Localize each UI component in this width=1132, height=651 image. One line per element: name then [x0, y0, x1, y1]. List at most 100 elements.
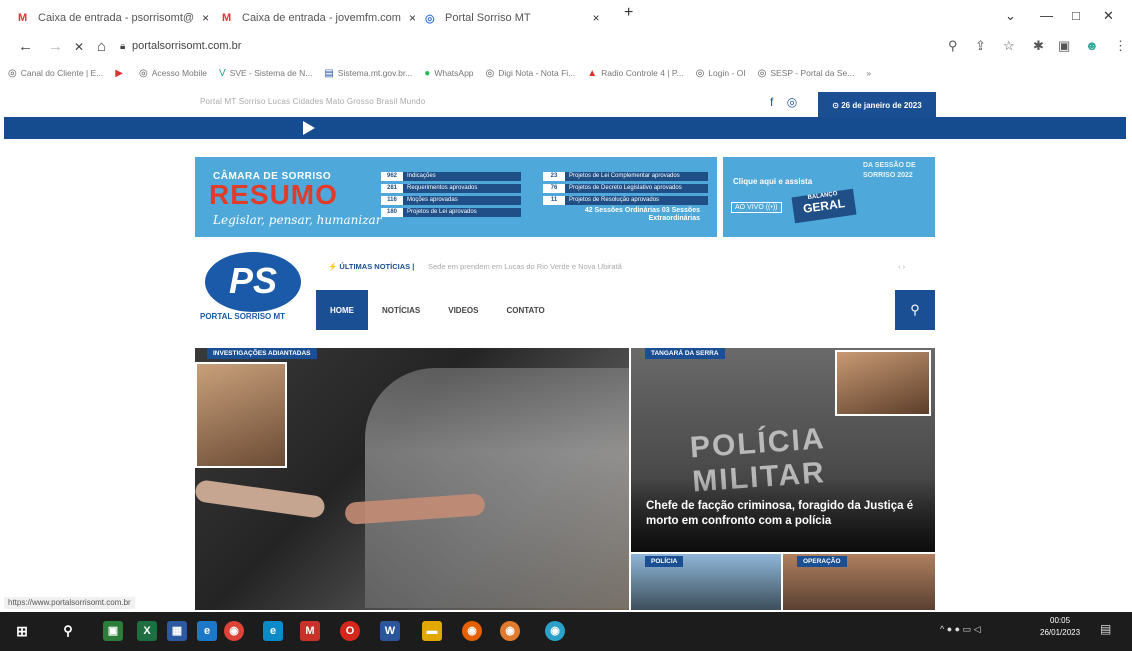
globe-icon: ◎: [485, 67, 495, 79]
minimize-button[interactable]: —: [1040, 8, 1053, 23]
nav-noticias[interactable]: NOTÍCIAS: [368, 290, 434, 330]
profile-avatar[interactable]: ☻: [1085, 38, 1099, 53]
tab-portal-sorriso[interactable]: ◎ Portal Sorriso MT ×: [425, 6, 615, 30]
edge-icon[interactable]: e: [263, 621, 283, 641]
tab-gmail-jovemfm[interactable]: M Caixa de entrada - jovemfm.com ×: [222, 6, 422, 30]
facebook-icon[interactable]: f: [770, 95, 773, 109]
whatsapp-icon: ●: [424, 67, 431, 79]
share-icon[interactable]: ⇪: [975, 38, 986, 54]
chrome-icon[interactable]: ◉: [224, 621, 244, 641]
stat-number: 180: [381, 208, 403, 217]
stat-number: 962: [381, 172, 403, 181]
side-article-title[interactable]: Chefe de facção criminosa, foragido da J…: [646, 499, 926, 529]
stat-number: 116: [381, 196, 403, 205]
new-tab-button[interactable]: +: [624, 4, 633, 22]
bookmark-item[interactable]: ◎ Digi Nota - Nota Fi...: [486, 68, 576, 79]
site-logo[interactable]: PS PORTAL SORRISO MT: [200, 250, 310, 326]
stat-label: Moções aprovadas: [407, 197, 458, 203]
notifications-icon[interactable]: ▤: [1100, 622, 1111, 636]
social-links: f ◎: [770, 95, 797, 109]
stat-row: 281 Requerimentos aprovados: [381, 184, 521, 193]
breaking-news-bar: [4, 117, 1126, 139]
bookmark-label: Canal do Cliente | E...: [20, 68, 104, 78]
sidepanel-icon[interactable]: ▣: [1058, 38, 1070, 54]
sve-icon: V: [218, 67, 226, 79]
bookmark-item[interactable]: ◎ SESP - Portal da Se...: [758, 68, 855, 79]
hero-article[interactable]: INVESTIGAÇÕES ADIANTADAS: [195, 348, 629, 610]
side-category-badge[interactable]: TANGARÁ DA SERRA: [645, 348, 725, 359]
app-icon[interactable]: ▦: [167, 621, 187, 641]
stat-label: Projetos de Decreto Legislativo aprovado…: [569, 185, 682, 191]
side-article-small[interactable]: POLÍCIA: [631, 554, 781, 610]
balanco-geral-banner[interactable]: Clique aqui e assista AO VIVO ((•)) BALA…: [723, 157, 935, 237]
word-icon[interactable]: W: [380, 621, 400, 641]
site-favicon-icon: ◎: [425, 12, 435, 25]
camara-resumo-banner[interactable]: CÂMARA DE SORRISO RESUMO Legislar, pensa…: [195, 157, 717, 237]
tab-gmail-psorriso[interactable]: M Caixa de entrada - psorrisomt@ ×: [18, 6, 218, 30]
bookmark-item[interactable]: ◎ Canal do Cliente | E...: [8, 68, 103, 79]
zoom-icon[interactable]: ⚲: [948, 38, 958, 54]
side-inset-photo: [835, 350, 931, 416]
bookmark-star-icon[interactable]: ☆: [1003, 38, 1015, 54]
search-button[interactable]: ⚲: [895, 290, 935, 330]
bookmark-item[interactable]: ◎ Login - OI: [696, 68, 746, 79]
globe-icon: ◎: [138, 67, 148, 79]
side-article-small[interactable]: OPERAÇÃO: [783, 554, 935, 610]
forward-button[interactable]: →: [48, 38, 63, 55]
nav-home[interactable]: HOME: [316, 290, 368, 330]
logo-name: PORTAL SORRISO MT: [200, 312, 286, 321]
clock-date: 26/01/2023: [1040, 628, 1081, 637]
windows-start-icon[interactable]: ⊞: [12, 621, 32, 641]
system-tray[interactable]: ^ ● ● ▭ ◁: [940, 624, 981, 635]
app-icon[interactable]: ◉: [500, 621, 520, 641]
firefox-icon[interactable]: ◉: [462, 621, 482, 641]
app-icon[interactable]: ▣: [103, 621, 123, 641]
instagram-icon[interactable]: ◎: [787, 95, 797, 109]
stat-number: 11: [543, 196, 565, 205]
stat-row: 11 Projetos de Resolução aprovados: [543, 196, 708, 205]
nav-contato[interactable]: CONTATO: [492, 290, 558, 330]
bookmark-item[interactable]: ◎ Acesso Mobile: [139, 68, 207, 79]
radio-icon: ▲: [587, 67, 598, 79]
tab-search-dropdown-icon[interactable]: ⌄: [1005, 8, 1016, 24]
latest-news-headline[interactable]: Sede em prendem em Lucas do Rio Verde e …: [428, 262, 622, 271]
side-category-badge[interactable]: OPERAÇÃO: [797, 556, 847, 567]
stat-label: Requerimentos aprovados: [407, 185, 478, 191]
bookmarks-bar: ◎ Canal do Cliente | E... ▶ ◎ Acesso Mobil…: [0, 62, 1132, 84]
banner-cta: Clique aqui e assista: [733, 177, 813, 186]
edge-icon[interactable]: e: [197, 621, 217, 641]
close-window-button[interactable]: ✕: [1103, 8, 1114, 24]
play-icon[interactable]: [303, 121, 315, 135]
top-menu[interactable]: Portal MT Sorriso Lucas Cidades Mato Gro…: [200, 97, 425, 106]
gmail-icon[interactable]: M: [300, 621, 320, 641]
back-button[interactable]: ←: [18, 38, 33, 55]
tab-close-icon[interactable]: ×: [409, 11, 416, 25]
taskbar-clock[interactable]: 00:05 26/01/2023: [1040, 615, 1080, 639]
maximize-button[interactable]: □: [1072, 8, 1080, 23]
url-input[interactable]: portalsorrisomt.com.br: [132, 40, 241, 52]
stop-button[interactable]: ✕: [74, 40, 84, 54]
extensions-icon[interactable]: ✱: [1033, 38, 1044, 54]
hero-category-badge[interactable]: INVESTIGAÇÕES ADIANTADAS: [207, 348, 317, 359]
menu-icon[interactable]: ⋮: [1114, 38, 1127, 54]
tab-close-icon[interactable]: ×: [593, 11, 600, 25]
bookmarks-overflow-icon[interactable]: »: [866, 68, 871, 78]
side-category-badge[interactable]: POLÍCIA: [645, 556, 684, 567]
bookmark-item[interactable]: ● WhatsApp: [424, 68, 473, 79]
ticker-arrows[interactable]: ‹ ›: [898, 262, 905, 271]
bookmark-item[interactable]: ▲ Radio Controle 4 | P...: [587, 68, 683, 79]
stat-label: Projetos de Lei aprovados: [407, 209, 477, 215]
bookmark-item[interactable]: V SVE - Sistema de N...: [219, 68, 312, 79]
bookmark-label: SESP - Portal da Se...: [770, 68, 855, 78]
tab-close-icon[interactable]: ×: [202, 11, 209, 25]
app-icon[interactable]: ◉: [545, 621, 565, 641]
excel-icon[interactable]: X: [137, 621, 157, 641]
bookmark-item[interactable]: ▤ Sistema.mt.gov.br...: [324, 68, 412, 79]
nav-videos[interactable]: VIDEOS: [434, 290, 492, 330]
bookmark-item[interactable]: ▶: [115, 68, 127, 79]
explorer-icon[interactable]: ▬: [422, 621, 442, 641]
search-icon[interactable]: ⚲: [58, 621, 78, 641]
logo-mark: PS: [205, 252, 301, 312]
home-button[interactable]: ⌂: [97, 38, 106, 55]
opera-icon[interactable]: O: [340, 621, 360, 641]
